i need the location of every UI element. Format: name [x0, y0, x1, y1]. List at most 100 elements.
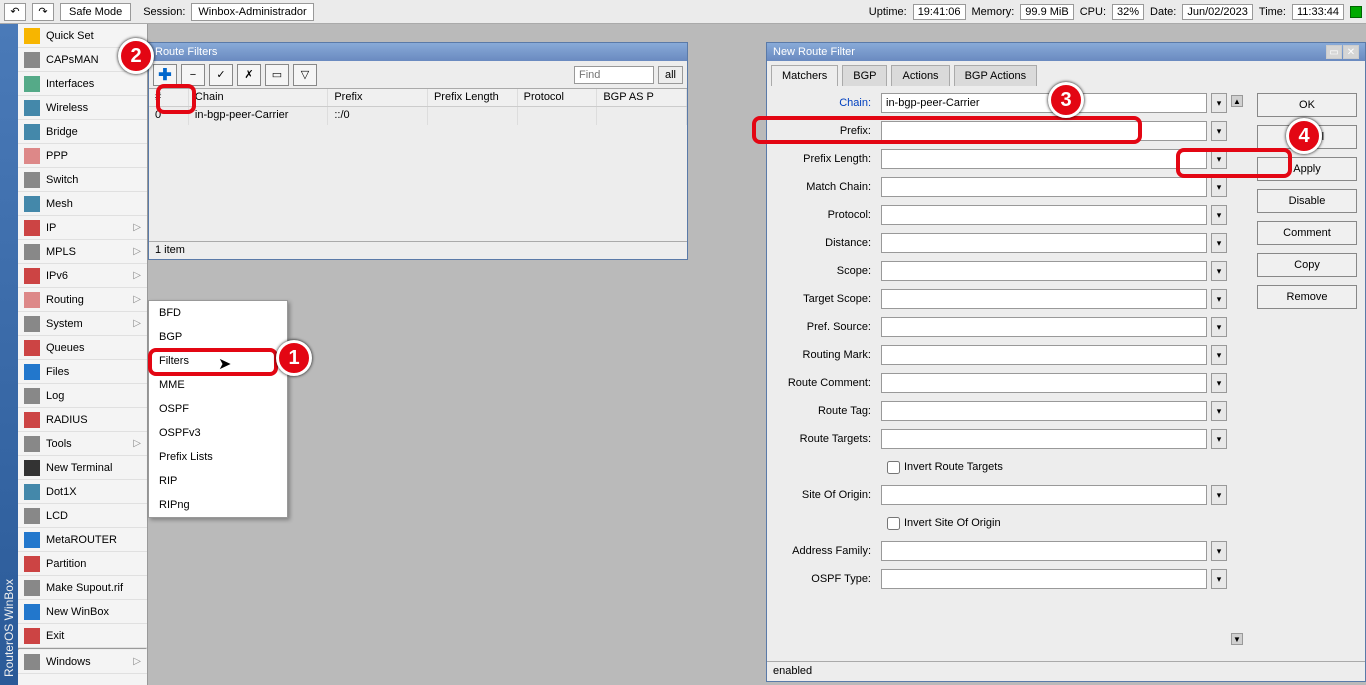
sidebar-item-radius[interactable]: RADIUS: [18, 408, 147, 432]
sidebar-item-bridge[interactable]: Bridge: [18, 120, 147, 144]
tab-bgp-actions[interactable]: BGP Actions: [954, 65, 1038, 86]
dropdown-icon[interactable]: ▾: [1211, 205, 1227, 225]
sidebar-item-windows[interactable]: Windows▷: [18, 650, 147, 674]
sidebar-item-wireless[interactable]: Wireless: [18, 96, 147, 120]
submenu-item-bfd[interactable]: BFD: [149, 301, 287, 325]
sidebar-item-routing[interactable]: Routing▷: [18, 288, 147, 312]
dropdown-icon[interactable]: ▾: [1211, 401, 1227, 421]
sidebar-item-switch[interactable]: Switch: [18, 168, 147, 192]
filter-button[interactable]: ▽: [293, 64, 317, 86]
close-icon[interactable]: ✕: [1343, 45, 1359, 59]
sidebar-item-lcd[interactable]: LCD: [18, 504, 147, 528]
remove-button[interactable]: −: [181, 64, 205, 86]
sidebar-item-metarouter[interactable]: MetaROUTER: [18, 528, 147, 552]
invert-site-origin-checkbox[interactable]: Invert Site Of Origin: [887, 517, 1001, 530]
sidebar-item-files[interactable]: Files: [18, 360, 147, 384]
ok-button[interactable]: OK: [1257, 93, 1357, 117]
submenu-item-ospfv3[interactable]: OSPFv3: [149, 421, 287, 445]
field-input-route-targets[interactable]: [881, 429, 1207, 449]
sidebar-item-new-terminal[interactable]: New Terminal: [18, 456, 147, 480]
submenu-item-mme[interactable]: MME: [149, 373, 287, 397]
invert-route-targets-checkbox[interactable]: Invert Route Targets: [887, 461, 1003, 474]
field-input-target-scope[interactable]: [881, 289, 1207, 309]
col-header[interactable]: Prefix: [328, 89, 428, 106]
tab-actions[interactable]: Actions: [891, 65, 949, 86]
dropdown-icon[interactable]: ▾: [1211, 429, 1227, 449]
dialog-titlebar[interactable]: New Route Filter ▭ ✕: [767, 43, 1365, 61]
field-input-pref.-source[interactable]: [881, 317, 1207, 337]
submenu-item-bgp[interactable]: BGP: [149, 325, 287, 349]
submenu-item-prefix-lists[interactable]: Prefix Lists: [149, 445, 287, 469]
field-input-ospf-type[interactable]: [881, 569, 1207, 589]
dropdown-icon[interactable]: ▾: [1211, 177, 1227, 197]
disable-button[interactable]: Disable: [1257, 189, 1357, 213]
comment-button[interactable]: Comment: [1257, 221, 1357, 245]
col-header[interactable]: BGP AS P: [597, 89, 687, 106]
dropdown-icon[interactable]: ▾: [1211, 261, 1227, 281]
field-input-site-of-origin[interactable]: [881, 485, 1207, 505]
enable-button[interactable]: ✓: [209, 64, 233, 86]
add-button[interactable]: ✚: [153, 64, 177, 86]
sidebar-item-dot1x[interactable]: Dot1X: [18, 480, 147, 504]
field-input-distance[interactable]: [881, 233, 1207, 253]
field-input-route-tag[interactable]: [881, 401, 1207, 421]
table-row[interactable]: 0in-bgp-peer-Carrier::/0: [149, 107, 687, 125]
sidebar-item-tools[interactable]: Tools▷: [18, 432, 147, 456]
sidebar-item-ip[interactable]: IP▷: [18, 216, 147, 240]
col-header[interactable]: #: [149, 89, 189, 106]
window-titlebar[interactable]: Route Filters: [149, 43, 687, 61]
field-input-address-family[interactable]: [881, 541, 1207, 561]
sidebar-item-queues[interactable]: Queues: [18, 336, 147, 360]
tab-bgp[interactable]: BGP: [842, 65, 887, 86]
dropdown-icon[interactable]: ▾: [1211, 149, 1227, 169]
col-header[interactable]: Chain: [189, 89, 328, 106]
submenu-item-rip[interactable]: RIP: [149, 469, 287, 493]
sidebar-item-mpls[interactable]: MPLS▷: [18, 240, 147, 264]
field-input-prefix[interactable]: [881, 121, 1207, 141]
submenu-item-ripng[interactable]: RIPng: [149, 493, 287, 517]
scroll-down-icon[interactable]: ▼: [1231, 633, 1243, 645]
all-dropdown[interactable]: all: [658, 66, 683, 84]
undo-button[interactable]: ↶: [4, 3, 26, 21]
dropdown-icon[interactable]: ▾: [1211, 233, 1227, 253]
sidebar-item-exit[interactable]: Exit: [18, 624, 147, 648]
dropdown-icon[interactable]: ▾: [1211, 569, 1227, 589]
minimize-icon[interactable]: ▭: [1326, 45, 1342, 59]
submenu-item-ospf[interactable]: OSPF: [149, 397, 287, 421]
scroll-up-icon[interactable]: ▲: [1231, 95, 1243, 107]
redo-button[interactable]: ↷: [32, 3, 54, 21]
dropdown-icon[interactable]: ▾: [1211, 485, 1227, 505]
field-input-routing-mark[interactable]: [881, 345, 1207, 365]
col-header[interactable]: Protocol: [518, 89, 598, 106]
safe-mode-button[interactable]: Safe Mode: [60, 3, 131, 21]
sidebar-item-system[interactable]: System▷: [18, 312, 147, 336]
dropdown-icon[interactable]: ▾: [1211, 121, 1227, 141]
field-input-chain[interactable]: [881, 93, 1207, 113]
field-input-match-chain[interactable]: [881, 177, 1207, 197]
find-input[interactable]: [574, 66, 654, 84]
remove-button[interactable]: Remove: [1257, 285, 1357, 309]
dropdown-icon[interactable]: ▾: [1211, 93, 1227, 113]
sidebar-item-make-supout.rif[interactable]: Make Supout.rif: [18, 576, 147, 600]
sidebar-item-mesh[interactable]: Mesh: [18, 192, 147, 216]
sidebar-item-interfaces[interactable]: Interfaces: [18, 72, 147, 96]
tab-matchers[interactable]: Matchers: [771, 65, 838, 86]
sidebar-item-partition[interactable]: Partition: [18, 552, 147, 576]
dropdown-icon[interactable]: ▾: [1211, 373, 1227, 393]
dropdown-icon[interactable]: ▾: [1211, 289, 1227, 309]
sidebar-item-new-winbox[interactable]: New WinBox: [18, 600, 147, 624]
dropdown-icon[interactable]: ▾: [1211, 541, 1227, 561]
dropdown-icon[interactable]: ▾: [1211, 317, 1227, 337]
apply-button[interactable]: Apply: [1257, 157, 1357, 181]
field-input-route-comment[interactable]: [881, 373, 1207, 393]
field-input-protocol[interactable]: [881, 205, 1207, 225]
disable-button[interactable]: ✗: [237, 64, 261, 86]
field-input-prefix-length[interactable]: [881, 149, 1207, 169]
comment-button[interactable]: ▭: [265, 64, 289, 86]
sidebar-item-log[interactable]: Log: [18, 384, 147, 408]
dropdown-icon[interactable]: ▾: [1211, 345, 1227, 365]
field-input-scope[interactable]: [881, 261, 1207, 281]
copy-button[interactable]: Copy: [1257, 253, 1357, 277]
col-header[interactable]: Prefix Length: [428, 89, 518, 106]
sidebar-item-ipv6[interactable]: IPv6▷: [18, 264, 147, 288]
